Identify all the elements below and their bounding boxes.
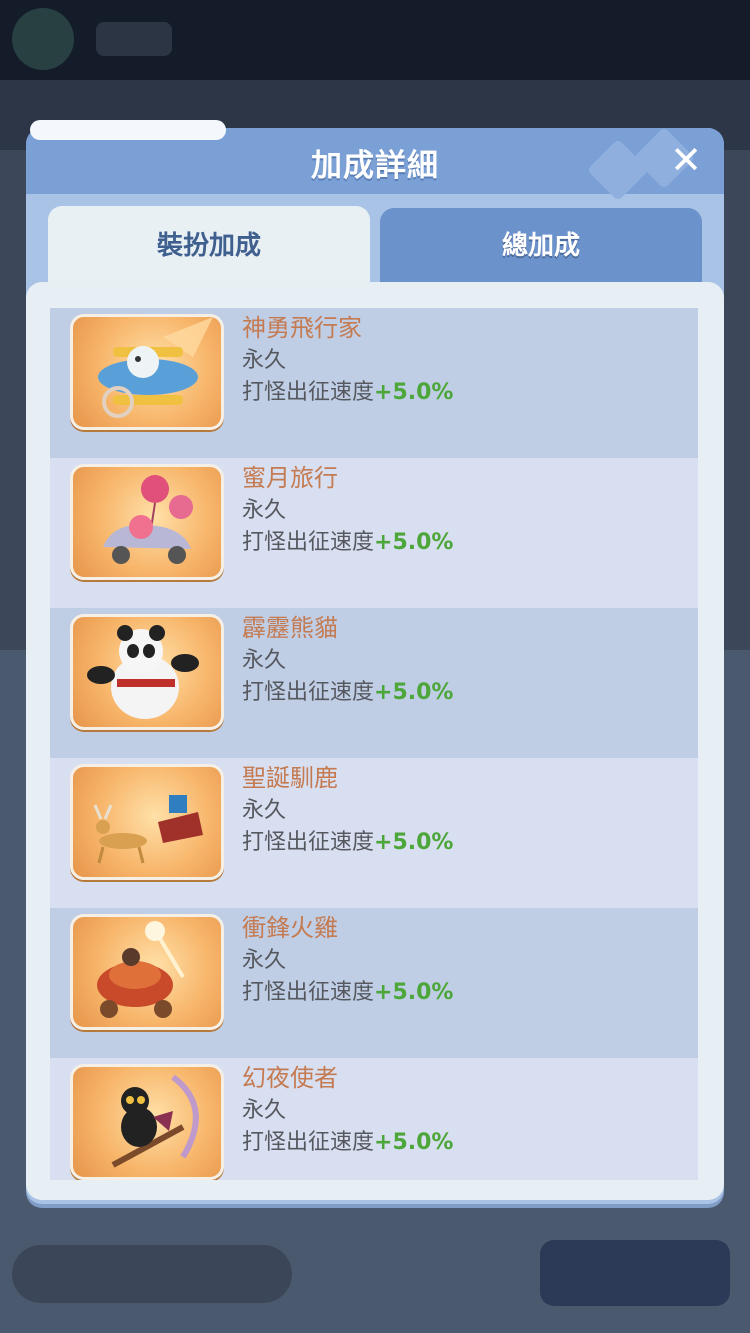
close-icon[interactable]: ✕	[664, 138, 708, 182]
tab-outfit-bonus[interactable]: 裝扮加成	[48, 206, 370, 286]
dialog-title: 加成詳細	[311, 148, 439, 184]
item-name: 幻夜使者	[242, 1064, 338, 1092]
item-duration: 永久	[242, 1098, 287, 1123]
item-bonus: 打怪出征速度+5.0%	[242, 374, 453, 406]
bonus-label: 打怪出征速度	[242, 980, 375, 1005]
bonus-list[interactable]: 神勇飛行家 永久 打怪出征速度+5.0% 蜜月旅行 永久 打怪出征速度+5.0%…	[50, 308, 698, 1180]
bonus-value: +5.0%	[374, 830, 454, 855]
background-name-plate	[96, 22, 172, 56]
item-name: 聖誕馴鹿	[242, 764, 338, 792]
item-duration: 永久	[242, 648, 287, 673]
bonus-value: +5.0%	[374, 980, 454, 1005]
bonus-detail-dialog: 加成詳細 ✕ 總加成 裝扮加成 神勇飛行家 永久 打怪出征速度+5.0% 蜜月旅…	[26, 120, 724, 1204]
item-bonus: 打怪出征速度+5.0%	[242, 674, 453, 706]
list-item: 幻夜使者 永久 打怪出征速度+5.0%	[50, 1058, 698, 1180]
list-item: 神勇飛行家 永久 打怪出征速度+5.0%	[50, 308, 698, 458]
bonus-value: +5.0%	[374, 530, 454, 555]
night-cat-broom-icon	[70, 1064, 224, 1180]
turkey-cart-icon	[70, 914, 224, 1030]
item-name: 衝鋒火雞	[242, 914, 338, 942]
bonus-label: 打怪出征速度	[242, 530, 375, 555]
background-button	[540, 1240, 730, 1306]
bonus-label: 打怪出征速度	[242, 1130, 375, 1155]
snow-decoration	[30, 120, 226, 140]
bonus-label: 打怪出征速度	[242, 380, 375, 405]
tab-total-bonus[interactable]: 總加成	[380, 208, 702, 284]
item-bonus: 打怪出征速度+5.0%	[242, 524, 453, 556]
item-name: 霹靂熊貓	[242, 614, 338, 642]
item-duration: 永久	[242, 948, 287, 973]
bonus-list-panel: 神勇飛行家 永久 打怪出征速度+5.0% 蜜月旅行 永久 打怪出征速度+5.0%…	[26, 282, 724, 1200]
item-name: 神勇飛行家	[242, 314, 362, 342]
background-resource-pill	[12, 1245, 292, 1303]
bonus-value: +5.0%	[374, 680, 454, 705]
list-item: 蜜月旅行 永久 打怪出征速度+5.0%	[50, 458, 698, 608]
item-duration: 永久	[242, 348, 287, 373]
item-duration: 永久	[242, 498, 287, 523]
list-item: 衝鋒火雞 永久 打怪出征速度+5.0%	[50, 908, 698, 1058]
bonus-label: 打怪出征速度	[242, 680, 375, 705]
item-name: 蜜月旅行	[242, 464, 338, 492]
pilot-plane-icon	[70, 314, 224, 430]
honeymoon-car-icon	[70, 464, 224, 580]
list-item: 聖誕馴鹿 永久 打怪出征速度+5.0%	[50, 758, 698, 908]
background-avatar	[12, 8, 74, 70]
bonus-value: +5.0%	[374, 380, 454, 405]
kungfu-panda-icon	[70, 614, 224, 730]
bonus-label: 打怪出征速度	[242, 830, 375, 855]
item-bonus: 打怪出征速度+5.0%	[242, 1124, 453, 1156]
bonus-value: +5.0%	[374, 1130, 454, 1155]
list-item: 霹靂熊貓 永久 打怪出征速度+5.0%	[50, 608, 698, 758]
item-bonus: 打怪出征速度+5.0%	[242, 974, 453, 1006]
item-bonus: 打怪出征速度+5.0%	[242, 824, 453, 856]
reindeer-sleigh-icon	[70, 764, 224, 880]
item-duration: 永久	[242, 798, 287, 823]
